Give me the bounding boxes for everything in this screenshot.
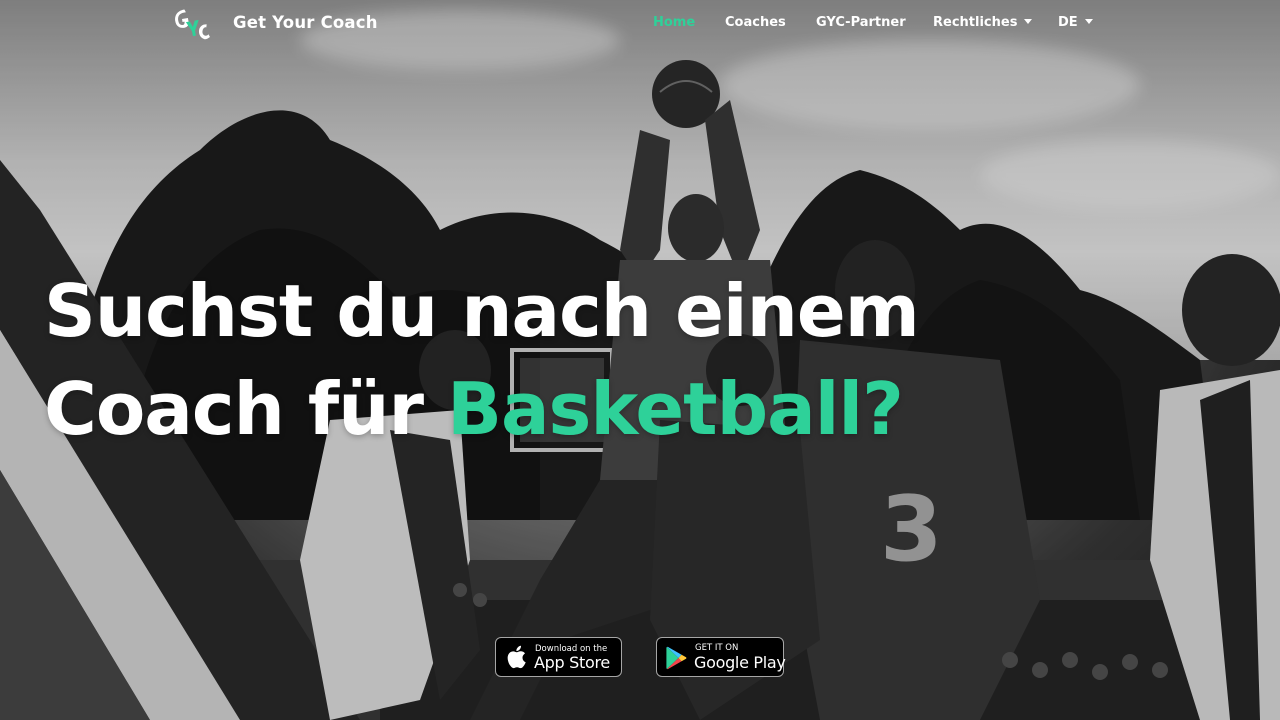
- nav-item-coaches[interactable]: Coaches: [725, 15, 786, 30]
- nav-item-gyc-partner[interactable]: GYC-Partner: [816, 15, 906, 30]
- app-store-button[interactable]: Download on the App Store: [495, 637, 622, 677]
- top-navigation: Get Your Coach Home Coaches GYC-Partner …: [0, 0, 1280, 48]
- language-selector[interactable]: DE: [1058, 15, 1093, 30]
- main-menu: Home Coaches GYC-Partner Rechtliches DE: [0, 15, 1280, 35]
- hero-headline-prefix: Coach für: [44, 367, 448, 451]
- hero-headline-line2: Coach für Basketball?: [44, 360, 1144, 458]
- google-play-icon: [666, 646, 687, 670]
- nav-item-label: GYC-Partner: [816, 15, 906, 30]
- nav-item-home[interactable]: Home: [653, 15, 695, 30]
- google-play-big-text: Google Play: [694, 653, 786, 672]
- chevron-down-icon: [1084, 19, 1093, 24]
- app-store-big-text: App Store: [534, 653, 610, 672]
- hero-section: 3 Get Your Coach Home Coaches GYC-Partne…: [0, 0, 1280, 720]
- hero-headline-line1: Suchst du nach einem: [44, 269, 920, 353]
- apple-icon: [507, 645, 526, 669]
- hero-headline-accent: Basketball?: [447, 367, 904, 451]
- hero-headline: Suchst du nach einem Coach für Basketbal…: [44, 262, 1144, 458]
- nav-item-label: Rechtliches: [933, 15, 1018, 30]
- nav-item-label: Home: [653, 15, 696, 30]
- nav-item-rechtliches[interactable]: Rechtliches: [933, 15, 1033, 30]
- nav-item-label: DE: [1058, 15, 1078, 30]
- google-play-small-text: GET IT ON: [695, 643, 739, 653]
- google-play-button[interactable]: GET IT ON Google Play: [656, 637, 786, 677]
- nav-item-label: Coaches: [725, 15, 786, 30]
- chevron-down-icon: [1024, 19, 1033, 24]
